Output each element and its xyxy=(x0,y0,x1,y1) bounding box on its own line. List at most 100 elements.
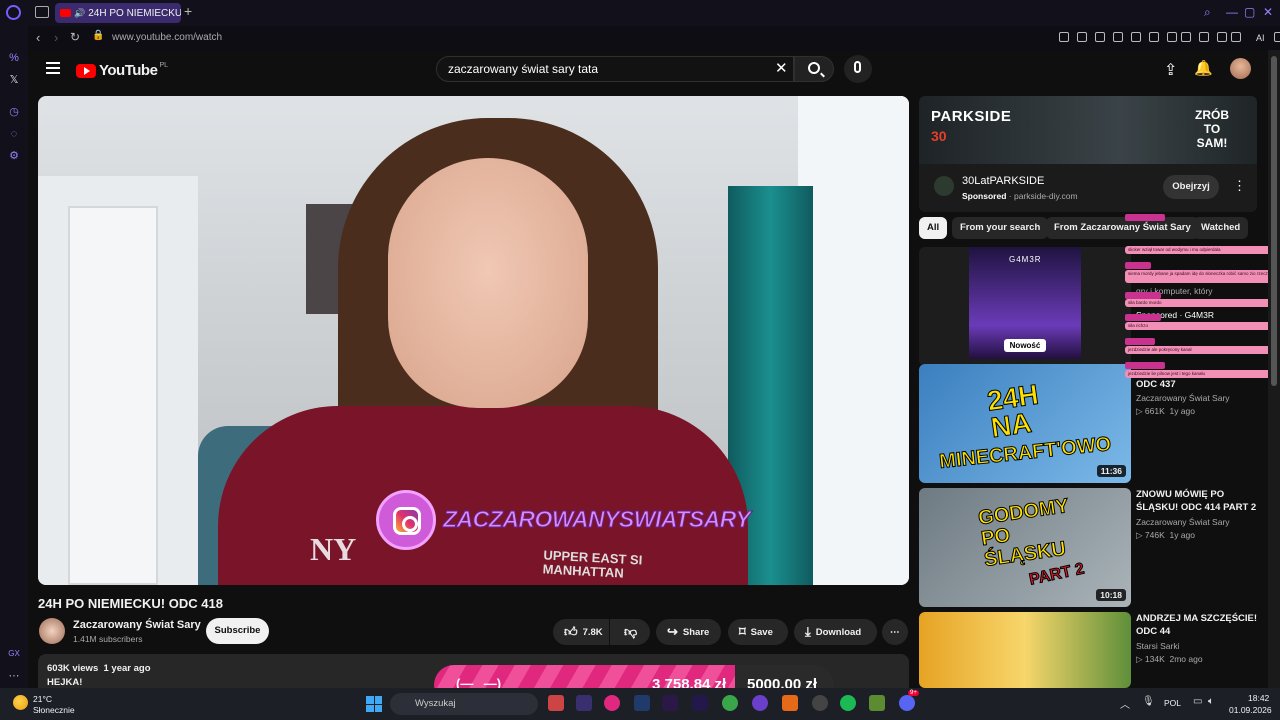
recommended-channel[interactable]: Zaczarowany Świat Sary xyxy=(1136,393,1230,403)
minimize-button[interactable]: — xyxy=(1226,5,1238,19)
ad-name[interactable]: 30LatPARKSIDE xyxy=(962,175,1044,187)
more-icon[interactable]: ⋯ xyxy=(8,670,20,682)
tray-microphone-icon[interactable]: 🎙︎ xyxy=(1142,696,1155,707)
recommended-channel[interactable]: Zaczarowany Świat Sary xyxy=(1136,517,1230,527)
subscribe-button[interactable]: Subscribe xyxy=(206,618,269,644)
language-indicator[interactable]: POL xyxy=(1164,698,1181,708)
extension-icon[interactable] xyxy=(1059,32,1069,42)
account-avatar[interactable] xyxy=(1230,58,1251,79)
browser-tab-active[interactable]: 🔊 24H PO NIEMIECKU! OD xyxy=(55,3,181,23)
menu-icon[interactable] xyxy=(1274,32,1280,42)
youtube-logo[interactable]: YouTube PL xyxy=(76,62,168,79)
play-icon[interactable] xyxy=(1149,32,1159,42)
voice-search-button[interactable] xyxy=(844,55,872,83)
ad-channel-icon[interactable] xyxy=(934,176,954,196)
reload-button[interactable]: ↻ xyxy=(70,30,80,44)
taskbar-search-input[interactable]: Wyszukaj xyxy=(390,693,538,715)
clear-search-icon[interactable]: ✕ xyxy=(775,59,788,77)
url-field[interactable]: www.youtube.com/watch xyxy=(112,32,222,43)
chat-username xyxy=(1125,314,1161,321)
download-button[interactable]: ⤓ Download xyxy=(794,619,877,645)
page-scrollbar[interactable] xyxy=(1268,50,1280,688)
search-button[interactable] xyxy=(794,56,834,82)
weather-sun-icon[interactable] xyxy=(13,695,28,710)
taskbar-app-icon[interactable] xyxy=(548,695,564,711)
recommended-thumbnail[interactable]: G4M3R Nowość xyxy=(919,247,1131,366)
back-button[interactable]: ‹ xyxy=(36,30,40,45)
percent-icon[interactable]: % xyxy=(8,52,20,64)
wallet-icon[interactable] xyxy=(1231,32,1241,42)
ad-badge: 30 xyxy=(931,128,947,144)
speaker-icon[interactable]: 🔊 xyxy=(74,8,85,19)
new-tab-button[interactable]: + xyxy=(184,3,192,19)
chip-from-your-search[interactable]: From your search xyxy=(952,217,1049,239)
video-window xyxy=(798,96,909,585)
clock-time[interactable]: 18:42 xyxy=(1248,693,1269,703)
puzzle-icon[interactable] xyxy=(1181,32,1191,42)
volume-icon[interactable]: 🔈︎ xyxy=(1208,696,1214,707)
heart-icon[interactable] xyxy=(1167,32,1177,42)
channel-avatar[interactable] xyxy=(39,618,65,644)
recommended-title[interactable]: ZNOWU MÓWIĘ PO ŚLĄSKU! ODC 414 PART 2 xyxy=(1136,488,1266,514)
recommended-channel[interactable]: Starsi Sarki xyxy=(1136,641,1179,651)
snapshot-icon[interactable] xyxy=(1077,32,1087,42)
recommended-thumbnail[interactable]: 24H NA MINECRAFT'OWO 11:36 xyxy=(919,364,1131,483)
weather-temperature[interactable]: 21°C xyxy=(33,694,52,704)
gx-corner-label[interactable]: GX xyxy=(8,648,20,660)
search-input[interactable]: zaczarowany świat sary tata xyxy=(436,56,794,82)
save-button[interactable]: ⌑ Save xyxy=(728,619,788,645)
app-icon[interactable] xyxy=(782,695,798,711)
tab-switcher-icon[interactable] xyxy=(35,6,49,18)
ad-info: 30LatPARKSIDE Sponsored · parkside-diy.c… xyxy=(919,164,1257,212)
hamburger-menu-icon[interactable] xyxy=(46,62,60,74)
opera-gx-logo-icon[interactable] xyxy=(6,5,21,20)
spotify-icon[interactable] xyxy=(840,695,856,711)
maximize-button[interactable]: ▢ xyxy=(1244,5,1255,19)
close-window-button[interactable]: ✕ xyxy=(1263,5,1273,19)
recommended-title[interactable]: ANDRZEJ MA SZCZĘŚCIE! ODC 44 xyxy=(1136,612,1266,638)
upload-icon[interactable]: ⇪ xyxy=(1164,60,1177,80)
forward-button[interactable]: › xyxy=(54,30,58,45)
video-player[interactable]: NY UPPER EAST SI MANHATTAN ZACZAROWANYSW… xyxy=(38,96,909,585)
dislike-button[interactable]: 👎︎ xyxy=(610,619,650,645)
recommended-thumbnail[interactable]: GODOMY PO ŚLĄSKU PART 2 10:18 xyxy=(919,488,1131,607)
ai-button[interactable]: AI xyxy=(1256,33,1265,43)
search-tabs-icon[interactable]: ⌕ xyxy=(1204,5,1211,20)
ad-watch-button[interactable]: Obejrzyj xyxy=(1163,175,1219,199)
download-icon[interactable] xyxy=(1217,32,1227,42)
more-actions-button[interactable]: ⋯ xyxy=(882,619,908,645)
taskbar-app-icon[interactable] xyxy=(576,695,592,711)
youtube-header: YouTube PL zaczarowany świat sary tata ✕… xyxy=(28,50,1268,90)
chat-icon[interactable]: ◌ xyxy=(8,128,20,140)
like-button[interactable]: 👍︎ 7.8K xyxy=(553,619,609,645)
tray-chevron-icon[interactable]: ︿ xyxy=(1120,696,1130,711)
network-icon[interactable]: ▭ xyxy=(1193,696,1202,707)
minecraft-icon[interactable] xyxy=(869,695,885,711)
recommended-thumbnail[interactable] xyxy=(919,612,1131,688)
shield-icon[interactable] xyxy=(1095,32,1105,42)
channel-name[interactable]: Zaczarowany Świat Sary xyxy=(73,619,201,631)
close-icon[interactable] xyxy=(1113,32,1123,42)
app-icon[interactable] xyxy=(752,695,768,711)
history-icon[interactable]: ◷ xyxy=(8,106,20,118)
notifications-bell-icon[interactable]: 🔔 xyxy=(1194,59,1213,77)
share-button[interactable]: ↪ Share xyxy=(656,619,721,645)
translate-icon[interactable] xyxy=(1131,32,1141,42)
discord-icon[interactable]: 9+ xyxy=(899,690,919,711)
after-effects-icon[interactable] xyxy=(692,695,708,711)
clock-date[interactable]: 01.09.2026 xyxy=(1229,705,1272,715)
chrome-icon[interactable] xyxy=(722,695,738,711)
opera-gx-taskbar-icon[interactable] xyxy=(604,695,620,711)
chip-all[interactable]: All xyxy=(919,217,948,239)
cube-icon[interactable] xyxy=(1199,32,1209,42)
settings-icon[interactable]: ⚙ xyxy=(8,150,20,162)
ad-banner[interactable]: PARKSIDE 30 ZRÓB TO SAM! xyxy=(919,96,1257,164)
photoshop-icon[interactable] xyxy=(634,695,650,711)
instagram-icon xyxy=(393,507,421,535)
windows-start-icon[interactable] xyxy=(366,696,382,712)
scrollbar-thumb[interactable] xyxy=(1271,56,1277,386)
ad-more-icon[interactable]: ⋮ xyxy=(1233,178,1246,194)
x-icon[interactable]: 𝕏 xyxy=(8,74,20,86)
app-icon[interactable] xyxy=(812,695,828,711)
premiere-icon[interactable] xyxy=(662,695,678,711)
